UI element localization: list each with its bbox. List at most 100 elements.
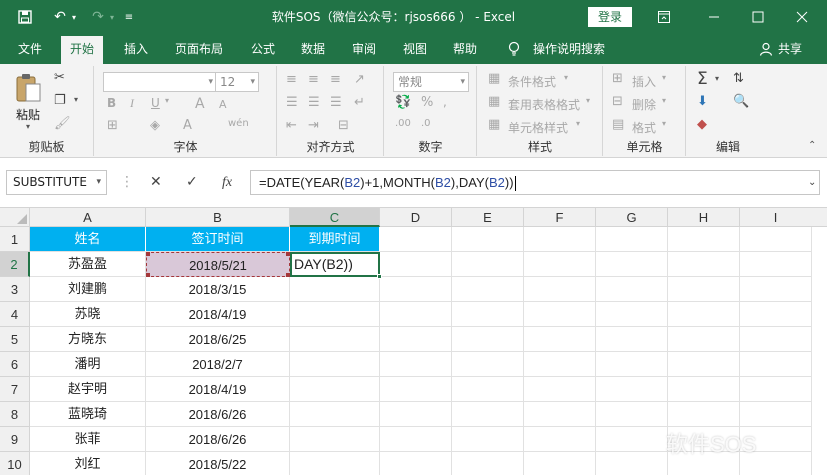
cut-icon[interactable]: ✂	[54, 70, 65, 85]
cell[interactable]	[452, 377, 524, 402]
column-header-i[interactable]: I	[740, 208, 812, 227]
conditional-format-button[interactable]: 条件格式	[508, 73, 556, 90]
cell[interactable]	[380, 252, 452, 277]
bold-button[interactable]: B	[107, 96, 116, 110]
accounting-format-icon[interactable]: 💱	[395, 95, 411, 110]
row-header-4[interactable]: 4	[0, 302, 30, 327]
font-color-icon[interactable]: A	[183, 118, 192, 133]
tab-page-layout[interactable]: 页面布局	[166, 34, 232, 64]
cell[interactable]	[380, 427, 452, 452]
cell[interactable]	[524, 427, 596, 452]
percent-icon[interactable]: %	[421, 95, 433, 110]
cell[interactable]	[380, 227, 452, 252]
cell[interactable]	[380, 327, 452, 352]
expiry-cell[interactable]	[290, 377, 380, 402]
row-header-2[interactable]: 2	[0, 252, 30, 277]
cell[interactable]	[380, 352, 452, 377]
formula-input[interactable]: =DATE(YEAR(B2)+1,MONTH(B2),DAY(B2))	[250, 170, 820, 195]
vertical-scroll-up[interactable]	[811, 208, 827, 227]
expiry-cell[interactable]	[290, 327, 380, 352]
cell[interactable]	[524, 302, 596, 327]
fill-color-icon[interactable]: ◈	[150, 118, 160, 133]
name-cell[interactable]: 潘明	[30, 352, 146, 377]
shrink-font-button[interactable]: A	[219, 98, 227, 111]
decrease-decimal-icon[interactable]: .0	[421, 118, 431, 129]
underline-button[interactable]: U	[151, 96, 160, 110]
cell[interactable]	[524, 452, 596, 475]
cell[interactable]	[740, 352, 812, 377]
format-as-table-button[interactable]: 套用表格格式	[508, 96, 580, 113]
expiry-cell[interactable]	[290, 352, 380, 377]
row-header-9[interactable]: 9	[0, 427, 30, 452]
ribbon-display-icon[interactable]	[652, 0, 676, 34]
cell[interactable]	[740, 252, 812, 277]
cell[interactable]	[596, 452, 668, 475]
cell[interactable]	[452, 402, 524, 427]
cell[interactable]	[596, 227, 668, 252]
tab-formulas[interactable]: 公式	[242, 34, 284, 64]
fill-handle[interactable]	[377, 274, 382, 279]
tab-data[interactable]: 数据	[292, 34, 334, 64]
font-name-dropdown[interactable]: ▾	[103, 72, 217, 92]
tab-view[interactable]: 视图	[394, 34, 436, 64]
enter-formula-icon[interactable]: ✓	[186, 170, 198, 195]
copy-icon[interactable]: ❐	[54, 93, 66, 108]
align-right-icon[interactable]: ☰	[330, 95, 342, 110]
tab-insert[interactable]: 插入	[115, 34, 157, 64]
cell[interactable]	[524, 352, 596, 377]
grow-font-button[interactable]: A	[195, 96, 205, 112]
name-cell[interactable]: 赵宇明	[30, 377, 146, 402]
row-header-10[interactable]: 10	[0, 452, 30, 475]
merge-center-icon[interactable]: ⊟	[338, 118, 349, 133]
column-header-c[interactable]: C	[290, 208, 380, 227]
expiry-cell[interactable]	[290, 302, 380, 327]
insert-cells-button[interactable]: 插入	[632, 73, 656, 90]
name-cell[interactable]: 刘红	[30, 452, 146, 475]
cell[interactable]	[740, 277, 812, 302]
minimize-icon[interactable]	[702, 0, 726, 34]
cell[interactable]	[596, 252, 668, 277]
cell[interactable]	[740, 227, 812, 252]
sort-filter-icon[interactable]: ⇅	[733, 71, 744, 86]
cell[interactable]	[524, 252, 596, 277]
cell[interactable]	[740, 402, 812, 427]
cell[interactable]	[380, 377, 452, 402]
comma-style-icon[interactable]: ,	[443, 95, 447, 109]
fill-icon[interactable]: ⬇	[697, 94, 708, 109]
expiry-cell[interactable]	[290, 402, 380, 427]
autosum-button[interactable]: Σ	[697, 69, 708, 89]
italic-button[interactable]: I	[130, 96, 134, 111]
cell[interactable]	[668, 377, 740, 402]
cell[interactable]	[380, 302, 452, 327]
align-center-icon[interactable]: ☰	[308, 95, 320, 110]
find-select-icon[interactable]: 🔍	[733, 94, 749, 109]
header-cell[interactable]: 到期时间	[290, 227, 380, 252]
cell[interactable]	[380, 277, 452, 302]
cell[interactable]	[596, 427, 668, 452]
paste-dropdown-icon[interactable]: ▾	[26, 122, 30, 131]
cell[interactable]	[452, 277, 524, 302]
name-cell[interactable]: 苏盈盈	[30, 252, 146, 277]
orientation-icon[interactable]: ↗	[354, 72, 365, 87]
underline-dropdown-icon[interactable]: ▾	[165, 96, 169, 105]
column-header-h[interactable]: H	[668, 208, 740, 227]
cell[interactable]	[740, 377, 812, 402]
date-cell[interactable]: 2018/6/26	[146, 427, 290, 452]
row-header-5[interactable]: 5	[0, 327, 30, 352]
name-cell[interactable]: 刘建鹏	[30, 277, 146, 302]
column-header-b[interactable]: B	[146, 208, 290, 227]
row-header-8[interactable]: 8	[0, 402, 30, 427]
font-size-dropdown[interactable]: 12 ▾	[215, 72, 259, 92]
cell[interactable]	[452, 452, 524, 475]
date-cell[interactable]: 2018/6/25	[146, 327, 290, 352]
align-left-icon[interactable]: ☰	[286, 95, 298, 110]
name-cell[interactable]: 蓝晓琦	[30, 402, 146, 427]
cell[interactable]	[668, 302, 740, 327]
header-cell[interactable]: 姓名	[30, 227, 146, 252]
align-middle-icon[interactable]: ≡	[308, 72, 319, 87]
cell[interactable]	[596, 277, 668, 302]
maximize-icon[interactable]	[746, 0, 770, 34]
paste-label[interactable]: 粘贴	[16, 106, 40, 123]
number-format-dropdown[interactable]: 常规 ▾	[393, 72, 469, 92]
cell[interactable]	[452, 352, 524, 377]
